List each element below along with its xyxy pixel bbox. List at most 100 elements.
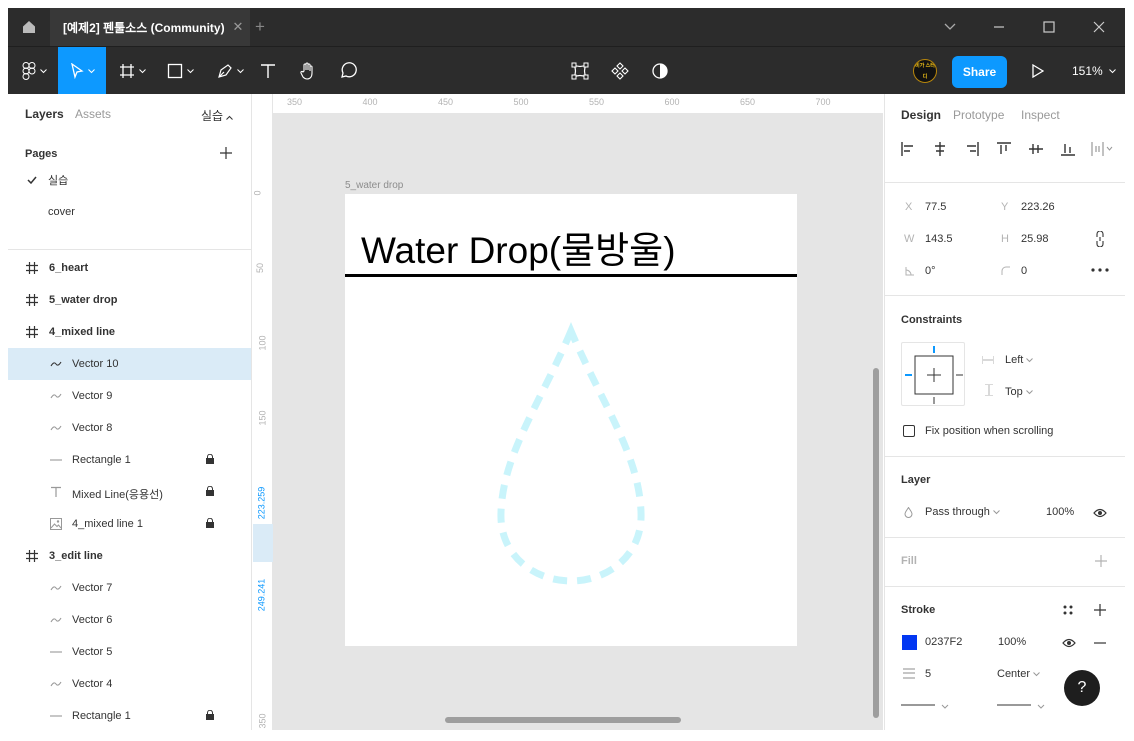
constrain-proportions-icon[interactable]	[1096, 231, 1104, 247]
layer-row[interactable]: 4_mixed line	[8, 316, 251, 348]
layer-row[interactable]: Vector 6	[8, 604, 251, 636]
align-top-icon[interactable]	[997, 142, 1011, 156]
page-item-실습[interactable]: 실습	[8, 164, 251, 196]
layer-row[interactable]: Vector 10	[8, 348, 251, 380]
align-left-icon[interactable]	[901, 142, 915, 156]
canvas[interactable]: 350 400 450 500 550 600 650 700 0 50 100 150 350 223…	[253, 94, 883, 730]
tab-prototype[interactable]: Prototype	[953, 108, 1004, 122]
current-page-selector[interactable]: 실습	[201, 107, 234, 124]
w-input[interactable]: 143.5	[925, 233, 953, 245]
mask-button[interactable]	[648, 47, 672, 95]
water-drop-shape[interactable]	[497, 322, 645, 585]
align-vertical-center-icon[interactable]	[1029, 142, 1043, 156]
share-button[interactable]: Share	[952, 56, 1007, 88]
tab-design[interactable]: Design	[901, 108, 941, 122]
frame-name-label[interactable]: 5_water drop	[345, 180, 403, 191]
remove-stroke-icon[interactable]	[1094, 642, 1106, 644]
eye-icon[interactable]	[1093, 508, 1107, 518]
stroke-weight-input[interactable]: 5	[925, 668, 931, 680]
home-button[interactable]	[8, 8, 50, 46]
constraint-vertical-select[interactable]: Top	[1005, 386, 1033, 398]
close-window-button[interactable]	[1087, 15, 1111, 39]
constraint-horizontal-select[interactable]: Left	[1005, 354, 1034, 366]
maximize-button[interactable]	[1037, 15, 1061, 39]
layer-row[interactable]: Vector 5	[8, 636, 251, 668]
lock-icon[interactable]	[206, 709, 214, 723]
help-button[interactable]: ?	[1064, 670, 1100, 706]
text-tool-button[interactable]	[256, 47, 280, 95]
stroke-color-swatch[interactable]	[902, 635, 917, 650]
fix-position-checkbox[interactable]	[903, 425, 915, 437]
layer-label: Rectangle 1	[72, 454, 131, 466]
page-item-cover[interactable]: cover	[8, 196, 251, 228]
layer-row[interactable]: Vector 4	[8, 668, 251, 700]
tab-list-button[interactable]	[938, 15, 962, 39]
align-right-icon[interactable]	[965, 142, 979, 156]
frame-5-water-drop[interactable]: Water Drop(물방울)	[345, 194, 797, 646]
zoom-menu[interactable]: 151%	[1072, 47, 1116, 95]
blend-mode-select[interactable]: Pass through	[925, 506, 1000, 518]
stroke-color-input[interactable]: 0237F2	[925, 636, 962, 648]
tab-layers[interactable]: Layers	[25, 107, 64, 121]
water-drop-vector[interactable]	[345, 194, 797, 646]
horizontal-ruler: 350 400 450 500 550 600 650 700	[253, 94, 883, 114]
avatar[interactable]: 비가 스터디	[913, 59, 937, 83]
lock-icon[interactable]	[206, 517, 214, 531]
align-horizontal-center-icon[interactable]	[933, 142, 947, 156]
y-input[interactable]: 223.26	[1021, 201, 1055, 213]
blend-mode-value: Pass through	[925, 506, 990, 518]
more-icon[interactable]	[1091, 268, 1109, 272]
add-page-icon[interactable]	[220, 147, 232, 159]
layer-row[interactable]: Vector 9	[8, 380, 251, 412]
layer-row[interactable]: 6_heart	[8, 252, 251, 284]
layer-opacity-input[interactable]: 100%	[1046, 506, 1074, 518]
add-fill-icon[interactable]	[1095, 555, 1107, 567]
hand-tool-button[interactable]	[296, 47, 320, 95]
layer-row[interactable]: Mixed Line(응용선)	[8, 476, 251, 508]
minimize-button[interactable]	[987, 15, 1011, 39]
stroke-opacity-input[interactable]: 100%	[998, 636, 1026, 648]
horizontal-scrollbar[interactable]	[445, 717, 681, 723]
ruler-tick-label: 350	[257, 713, 268, 729]
frame-tool-button[interactable]	[112, 47, 152, 95]
new-tab-button[interactable]: +	[252, 18, 268, 35]
layer-row[interactable]: Rectangle 1	[8, 700, 251, 730]
constraints-widget[interactable]	[901, 342, 965, 406]
tab-inspect[interactable]: Inspect	[1021, 108, 1060, 122]
rotation-input[interactable]: 0°	[925, 265, 936, 277]
layer-row[interactable]: 3_edit line	[8, 540, 251, 572]
vertical-scrollbar[interactable]	[873, 368, 879, 718]
tab-assets[interactable]: Assets	[75, 107, 111, 121]
properties-panel: Design Prototype Inspect X 77.5 Y 223.26…	[884, 94, 1125, 730]
align-bottom-icon[interactable]	[1061, 142, 1075, 156]
move-tool-button[interactable]	[58, 47, 106, 95]
radius-input[interactable]: 0	[1021, 265, 1027, 277]
edit-object-button[interactable]	[568, 47, 592, 95]
lock-icon[interactable]	[206, 485, 214, 499]
tab-close-button[interactable]: ✕	[230, 19, 246, 35]
h-input[interactable]: 25.98	[1021, 233, 1049, 245]
shape-tool-button[interactable]	[160, 47, 200, 95]
pen-tool-button[interactable]	[210, 47, 250, 95]
distribute-icon[interactable]	[1091, 142, 1113, 156]
constraint-vertical-value: Top	[1005, 386, 1023, 398]
layer-row[interactable]: 5_water drop	[8, 284, 251, 316]
comment-tool-button[interactable]	[336, 47, 360, 95]
present-button[interactable]	[1026, 47, 1050, 95]
create-component-button[interactable]	[608, 47, 632, 95]
layer-row[interactable]: 4_mixed line 1	[8, 508, 251, 540]
lock-icon[interactable]	[206, 453, 214, 467]
style-grid-icon[interactable]	[1063, 605, 1073, 615]
main-menu-button[interactable]	[14, 47, 54, 95]
layer-row[interactable]: Rectangle 1	[8, 444, 251, 476]
add-stroke-icon[interactable]	[1094, 604, 1106, 616]
stroke-align-select[interactable]: Center	[997, 668, 1040, 680]
stroke-cap-start-select[interactable]	[901, 703, 951, 711]
eye-icon[interactable]	[1062, 638, 1076, 648]
layer-label: Vector 5	[72, 646, 113, 658]
layer-row[interactable]: Vector 8	[8, 412, 251, 444]
file-tab[interactable]: [예제2] 펜툴소스 (Community) ✕	[50, 8, 250, 46]
stroke-cap-end-select[interactable]	[997, 703, 1047, 711]
x-input[interactable]: 77.5	[925, 201, 946, 213]
layer-row[interactable]: Vector 7	[8, 572, 251, 604]
